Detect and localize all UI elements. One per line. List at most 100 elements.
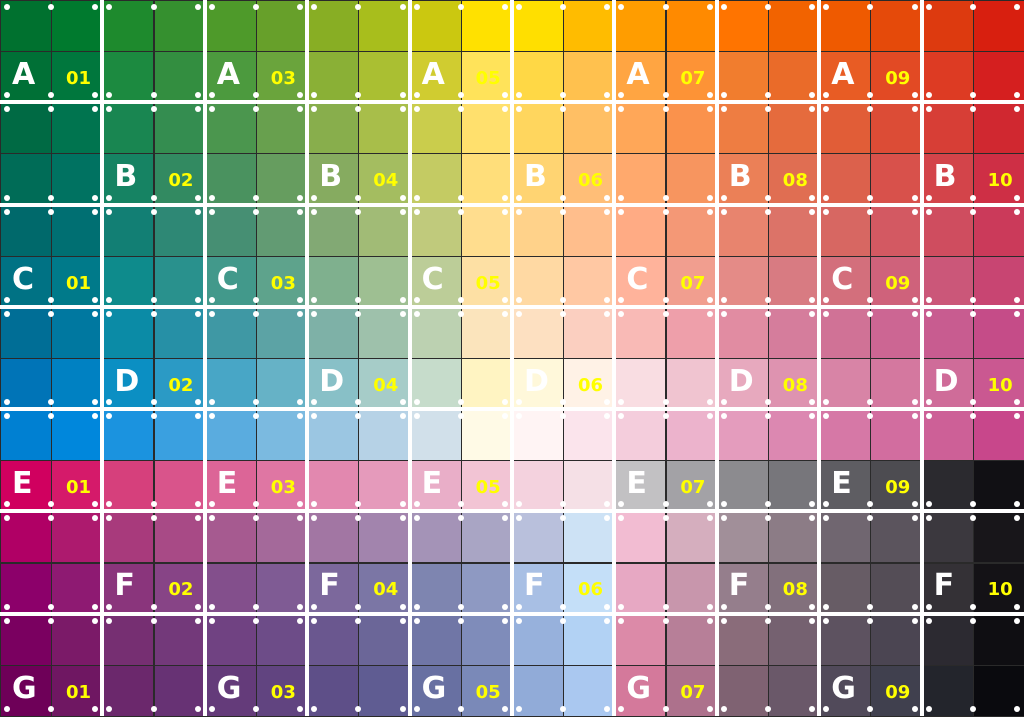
column-label: 09 [885,272,911,294]
grommet-dot [720,208,727,215]
grommet-dot [502,194,508,201]
grommet-dot [457,706,464,712]
grommet-dot [208,4,215,10]
column-label: 01 [66,272,92,294]
grommet-dot [911,603,918,610]
grommet-dot [399,296,406,303]
grommet-dot [560,617,567,624]
grommet-dot [604,208,611,215]
grommet-dot [208,617,215,624]
row-label: C [421,261,444,297]
grommet-dot [502,296,508,303]
grommet-dot [1014,208,1020,215]
grommet-dot [399,106,406,113]
grommet-dot [706,706,713,712]
grommet-dot [1014,194,1020,201]
grommet-dot [253,194,259,201]
grommet-dot [662,106,669,113]
grommet-dot [823,617,830,624]
grommet-dot [911,706,918,712]
grommet-dot [457,208,464,215]
grommet-dot [208,194,215,201]
grommet-dot [48,617,55,624]
row-label: E [216,466,238,502]
grommet-dot [823,603,830,610]
grid-line-horizontal [0,100,1024,105]
grommet-dot [911,194,918,201]
row-label: G [216,670,242,706]
row-label: D [114,363,140,399]
grommet-dot [662,310,669,317]
row-label: A [831,57,855,92]
row-label: C [831,261,854,297]
grommet-dot [502,617,508,624]
grommet-dot [150,617,157,624]
grommet-dot [311,208,318,215]
grommet-dot [809,617,816,624]
grommet-dot [150,296,157,303]
grommet-dot [311,296,318,303]
grommet-dot [969,706,976,712]
grommet-dot [809,296,816,303]
column-label: 07 [680,272,706,294]
grommet-dot [516,208,522,215]
grommet-dot [502,603,508,610]
grommet-dot [297,617,304,624]
grommet-dot [911,106,918,113]
grommet-dot [516,706,522,712]
grommet-dot [516,194,522,201]
grommet-dot [150,208,157,215]
grommet-dot [560,194,567,201]
grid-line-vertical [714,0,719,716]
grommet-dot [706,310,713,317]
grommet-dot [969,208,976,215]
grommet-dot [208,310,215,317]
grommet-dot [720,296,727,303]
grommet-dot [867,194,874,201]
grommet-dot [1014,4,1020,10]
grommet-dot [194,399,201,406]
row-label: F [933,568,955,604]
grommet-dot [457,194,464,201]
row-label: B [114,159,138,195]
grommet-dot [1014,603,1020,610]
grommet-dot [48,208,55,215]
grommet-dot [969,194,976,201]
row-label: C [626,261,649,297]
grommet-dot [1014,296,1020,303]
grommet-dot [706,4,713,10]
grommet-dot [399,603,406,610]
grid-line-horizontal [0,407,1024,412]
grommet-dot [208,413,215,420]
column-label: 05 [475,477,501,499]
row-label: B [933,159,957,195]
grommet-dot [911,617,918,624]
grommet-dot [925,399,932,406]
grommet-dot [604,194,611,201]
grommet-dot [765,194,771,201]
grommet-dot [911,310,918,317]
grid-line-vertical [202,0,207,716]
grommet-dot [194,296,201,303]
grommet-dot [297,603,304,610]
grommet-dot [150,399,157,406]
grommet-dot [297,194,304,201]
grommet-dot [208,399,215,406]
grid-line-vertical [817,0,822,716]
grommet-dot [92,194,99,201]
column-label: 06 [578,579,604,601]
column-label: 03 [270,477,296,499]
row-label: D [933,363,959,399]
column-label: 05 [475,272,501,294]
grommet-dot [48,194,55,201]
grommet-dot [720,706,727,712]
row-label: E [421,466,443,502]
grommet-dot [925,92,932,99]
grommet-dot [311,310,318,317]
grommet-dot [311,617,318,624]
grommet-dot [969,310,976,317]
grommet-dot [765,603,771,610]
column-label: 05 [475,681,501,703]
grommet-dot [253,706,259,712]
column-label: 08 [782,170,808,192]
